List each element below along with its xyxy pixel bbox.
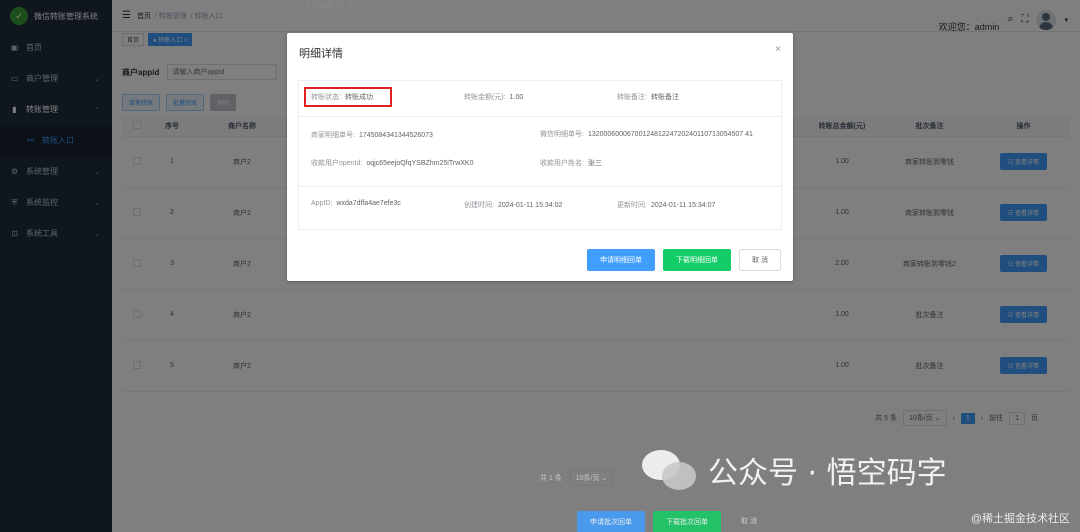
merchant-detail-no: 商家明细单号: 1745084341344526073 [311,130,433,140]
updated-label: 更新时间: [617,202,647,209]
detail-no-section: 商家明细单号: 1745084341344526073 微信明细单号: 132000… [299,117,781,187]
wechat-detail-no-label: 微信明细单号: [540,131,584,138]
partial-fail-amount: 失败金额(元): 0 [305,2,353,9]
batch-total: 共 1 条 [540,475,562,482]
site-watermark: @稀土掘金技术社区 [970,513,1070,525]
merchant-detail-no-value: 1745084341344526073 [358,132,433,139]
amount-label: 转账金额(元): [464,94,506,101]
watermark-text: 公众号 · 悟空码字 [708,456,947,491]
batch-cancel-button[interactable]: 取 消 [729,511,769,532]
created-time: 创建时间: 2024-01-11 15:34:02 [464,200,562,210]
status-section: 转账状态: 转账成功 转账金额(元): 1.00 转账备注: 转账备注 [299,81,781,117]
batch-page-size-value: 10条/页 [575,475,600,482]
created-value: 2024-01-11 15:34:02 [497,202,563,209]
download-batch-receipt-button[interactable]: 下载批次回单 [653,511,721,532]
download-detail-receipt-button[interactable]: 下载明细回单 [663,249,732,271]
apply-detail-receipt-button[interactable]: 申请明细回单 [587,249,656,271]
cancel-button[interactable]: 取 消 [739,249,781,271]
amount-value: 1.00 [509,94,524,101]
payee-name-label: 收款用户姓名: [540,160,584,167]
status-label: 转账状态: [311,94,341,101]
openid-label: 收款用户openId: [311,160,363,167]
updated-time: 更新时间: 2024-01-11 15:34:07 [617,200,715,210]
batch-page-size[interactable]: 10条/页 ⌄ [569,470,614,486]
appid-label: AppID: [311,200,333,207]
merchant-detail-no-label: 商家明细单号: [311,132,355,139]
meta-section: AppID: wxda7dffa4ae7efe3c 创建时间: 2024-01-11… [299,187,781,231]
payee-name: 收款用户姓名: 张三 [540,158,602,168]
remark-value: 转账备注 [650,94,679,101]
app-id: AppID: wxda7dffa4ae7efe3c [311,200,401,207]
transfer-remark: 转账备注: 转账备注 [617,92,679,102]
detail-dialog: 明细详情 × 转账状态: 转账成功 转账金额(元): 1.00 转账备注: 转账备注 … [287,33,793,281]
batch-dialog-footer: 申请批次回单 下载批次回单 取 消 [577,511,769,532]
apply-batch-receipt-button[interactable]: 申请批次回单 [577,511,645,532]
updated-value: 2024-01-11 15:34:07 [650,202,716,209]
wechat-bubble-icon [642,446,700,494]
transfer-status: 转账状态: 转账成功 [311,92,373,102]
openid-value: oqjc65eejoQfqYSBZhm25lTrwXK0 [366,160,474,167]
batch-pager: 共 1 条 10条/页 ⌄ [540,470,614,486]
wechat-watermark: 公众号 · 悟空码字 [642,446,947,494]
dialog-title: 明细详情 [299,48,343,60]
close-icon[interactable]: × [775,44,781,55]
payee-name-value: 张三 [587,160,602,167]
appid-value: wxda7dffa4ae7efe3c [336,200,401,207]
transfer-amount: 转账金额(元): 1.00 [464,92,523,102]
detail-descriptions: 转账状态: 转账成功 转账金额(元): 1.00 转账备注: 转账备注 商家明细单号:… [298,80,782,230]
payee-openid: 收款用户openId: oqjc65eejoQfqYSBZhm25lTrwXK0 [311,158,474,168]
dialog-footer: 申请明细回单 下载明细回单 取 消 [587,249,781,271]
created-label: 创建时间: [464,202,494,209]
wechat-detail-no-value: 1320006000670012481224720240110713054507… [587,131,753,138]
status-value: 转账成功 [344,94,373,101]
wechat-detail-no: 微信明细单号: 132000600067001248122472024011071… [540,129,780,140]
remark-label: 转账备注: [617,94,647,101]
